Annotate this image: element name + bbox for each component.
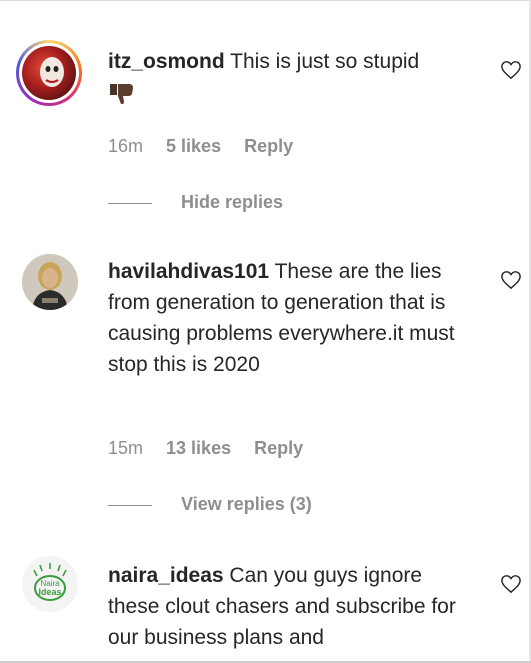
comment-likes[interactable]: 5 likes	[166, 136, 221, 156]
comment-text: naira_ideas Can you guys ignore these cl…	[108, 560, 476, 653]
replies-toggle-label[interactable]: View replies (3)	[181, 494, 312, 514]
replies-divider	[108, 202, 152, 204]
avatar[interactable]	[16, 40, 82, 106]
thumbs-down-emoji	[110, 84, 133, 105]
replies-divider	[108, 504, 152, 506]
replies-toggle[interactable]: View replies (3)	[108, 494, 312, 515]
comment-username[interactable]: havilahdivas101	[108, 260, 269, 283]
comment-time: 15m	[108, 438, 144, 458]
comment-likes[interactable]: 13 likes	[166, 438, 231, 458]
comment-meta: 16m 5 likes Reply	[108, 136, 311, 157]
replies-toggle[interactable]: Hide replies	[108, 192, 283, 213]
avatar-image	[40, 57, 64, 87]
naira-ideas-logo: Naira Ideas	[22, 556, 78, 612]
comment-text: havilahdivas101 These are the lies from …	[108, 256, 476, 380]
reply-button[interactable]: Reply	[254, 438, 303, 458]
heart-outline-icon[interactable]	[500, 574, 522, 594]
top-border	[0, 0, 531, 1]
avatar[interactable]	[22, 254, 78, 310]
comment-username[interactable]: naira_ideas	[108, 564, 224, 587]
reply-button[interactable]: Reply	[244, 136, 293, 156]
comment-meta: 15m 13 likes Reply	[108, 438, 321, 459]
comment-text: itz_osmond This is just so stupid	[108, 46, 483, 108]
heart-outline-icon[interactable]	[500, 270, 522, 290]
comment-username[interactable]: itz_osmond	[108, 50, 225, 73]
replies-toggle-label[interactable]: Hide replies	[181, 192, 283, 212]
avatar[interactable]: Naira Ideas	[22, 556, 78, 612]
svg-text:Ideas: Ideas	[38, 587, 61, 597]
comment-body: This is just so stupid	[230, 50, 420, 73]
comment-time: 16m	[108, 136, 144, 156]
avatar-image	[22, 254, 78, 310]
heart-outline-icon[interactable]	[500, 60, 522, 80]
